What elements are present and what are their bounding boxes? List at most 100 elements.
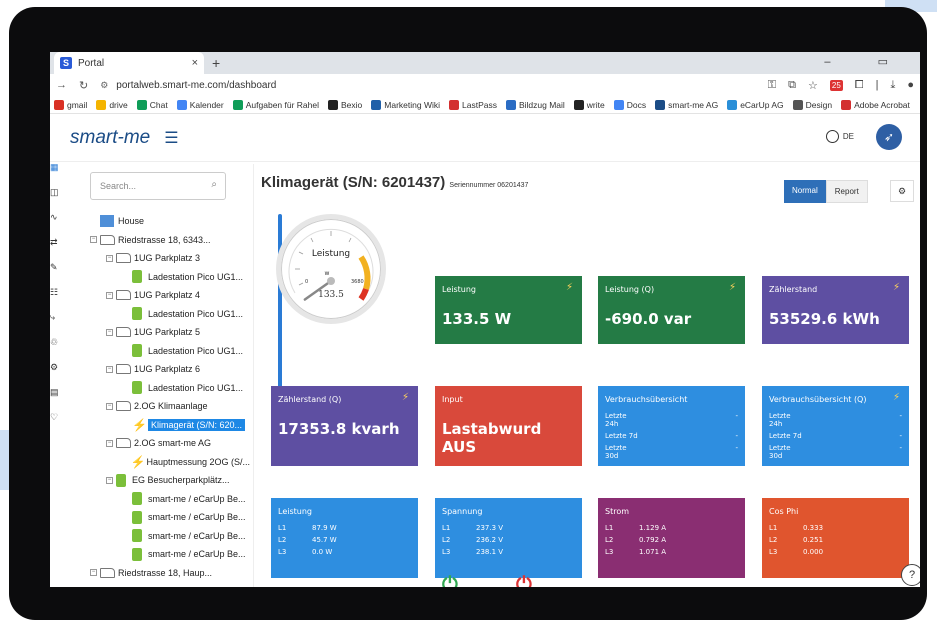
metric-card[interactable]: Zählerstand (Q) ⚡ 17353.8 kvarh (271, 386, 418, 466)
metric-card[interactable]: Input Lastabwurd AUS (435, 386, 582, 466)
metric-card[interactable]: Cos Phi L1 0.333 L2 0.251 L3 0.000 (762, 498, 909, 578)
search-input[interactable]: Search... ⌕ (90, 172, 226, 200)
tree-node[interactable]: smart-me / eCarUp Be... (82, 545, 250, 564)
bookmark-item[interactable]: LastPass (449, 99, 497, 110)
collapse-toggle-icon[interactable]: − (90, 236, 97, 244)
tree-node[interactable]: Ladestation Pico UG1... (82, 342, 250, 361)
collapse-toggle-icon[interactable]: − (106, 291, 113, 299)
bookmark-item[interactable]: eCarUp AG (727, 99, 784, 110)
help-button[interactable]: ? (901, 564, 920, 586)
tree-node[interactable]: ⚡ Hauptmessung 2OG (S/... (82, 453, 250, 472)
card-title: Strom (605, 507, 630, 516)
list-icon[interactable]: ☷ (50, 287, 64, 299)
collapse-toggle-icon[interactable]: − (106, 328, 113, 336)
gauge-value: 133.5 (318, 290, 344, 300)
metric-card[interactable]: Verbrauchsübersicht (Q) ⚡ Letzte 24h - Letzt… (762, 386, 909, 466)
profile-avatar[interactable]: ● (907, 79, 914, 91)
tree-node[interactable]: − Riedstrasse 18, Haup... (82, 564, 250, 583)
bookmark-item[interactable]: smart-me AG (655, 99, 718, 110)
lightning-icon: ⚡ (892, 282, 900, 293)
tree-node[interactable]: − Riedstrasse 18, 6343... (82, 231, 250, 250)
tree-node[interactable]: − EG Besucherparkplätz... (82, 471, 250, 490)
transfer-icon[interactable]: ⇄ (50, 237, 64, 249)
menu-icon[interactable]: ☰ (164, 128, 178, 148)
tree-node[interactable]: − 1UG Parkplatz 5 (82, 323, 250, 342)
heart-icon[interactable]: ♡ (50, 412, 64, 424)
row-label: L3 (769, 548, 778, 556)
site-info-icon[interactable]: ⚙ (100, 80, 108, 91)
url-field[interactable]: portalweb.smart-me.com/dashboard (116, 80, 276, 91)
language-switch[interactable]: DE (825, 130, 854, 143)
edit-icon[interactable]: ✎ (50, 262, 64, 274)
bookmark-item[interactable]: Adobe Acrobat (841, 99, 910, 110)
tree-node[interactable]: Ladestation Pico UG1... (82, 379, 250, 398)
bookmark-item[interactable]: Design (792, 99, 832, 110)
close-tab-icon[interactable]: × (192, 57, 198, 69)
bookmark-item[interactable]: gmail (54, 99, 87, 110)
bookmark-item[interactable]: Kalender (176, 99, 224, 110)
bookmark-item[interactable]: Bildzug Mail (505, 99, 565, 110)
document-icon[interactable]: ▤ (50, 387, 64, 399)
key-icon[interactable]: ⚿ (768, 79, 776, 92)
extensions-icon[interactable]: ⧠ (855, 79, 864, 92)
power-on-icon[interactable]: ⏻ (442, 574, 458, 587)
metric-card[interactable]: Verbrauchsübersicht Letzte 24h - Letzte 7d -… (598, 386, 745, 466)
tree-node[interactable]: smart-me / eCarUp Be... (82, 490, 250, 509)
bookmark-item[interactable]: Chat (136, 99, 168, 110)
tree-node[interactable]: Ladestation Pico UG1... (82, 305, 250, 324)
power-off-icon[interactable]: ⏻ (516, 574, 532, 587)
tree-node[interactable]: − 1UG Parkplatz 4 (82, 286, 250, 305)
charging-station-icon (132, 381, 142, 395)
new-tab-button[interactable]: + (212, 55, 220, 71)
bookmark-icon (613, 99, 624, 110)
collapse-toggle-icon[interactable]: − (90, 569, 97, 577)
tree-node[interactable]: smart-me / eCarUp Be... (82, 508, 250, 527)
browser-tab[interactable]: S Portal × (54, 52, 204, 74)
settings-icon[interactable]: ⚙ (50, 362, 64, 374)
metric-card[interactable]: Leistung (Q) ⚡ -690.0 var (598, 276, 745, 344)
tree-node[interactable]: − 2.OG smart-me AG (82, 434, 250, 453)
tree-node[interactable]: − 1UG Parkplatz 3 (82, 249, 250, 268)
metric-card[interactable]: Strom L1 1.129 A L2 0.792 A L3 1.071 A (598, 498, 745, 578)
collapse-toggle-icon[interactable]: − (106, 254, 113, 262)
metric-card[interactable]: Leistung ⚡ 133.5 W (435, 276, 582, 344)
extension-badge-icon[interactable]: 25 (829, 79, 843, 91)
row-value: 0.792 A (639, 536, 667, 544)
collapse-toggle-icon[interactable]: − (106, 365, 113, 373)
bookmark-item[interactable]: write (573, 99, 605, 110)
dashboard-icon[interactable]: ▦ (50, 162, 64, 174)
share-icon[interactable]: ⤷ (50, 312, 64, 324)
group-icon[interactable]: ♲ (50, 337, 64, 349)
collapse-toggle-icon[interactable]: − (106, 402, 113, 410)
translate-icon[interactable]: ⧉ (788, 79, 796, 92)
meter-icon[interactable]: ◫ (50, 187, 64, 199)
reload-icon[interactable]: ↻ (79, 79, 88, 92)
bookmark-item[interactable]: Marketing Wiki (371, 99, 440, 110)
tree-node[interactable]: smart-me / eCarUp Be... (82, 527, 250, 546)
metric-card[interactable]: Spannung L1 237.3 V L2 236.2 V L3 238.1 V (435, 498, 582, 578)
normal-view-button[interactable]: Normal (784, 180, 826, 203)
bookmark-star-icon[interactable]: ☆ (808, 79, 818, 92)
metric-card[interactable]: Leistung L1 87.9 W L2 45.7 W L3 0.0 W (271, 498, 418, 578)
tree-node[interactable]: House (82, 212, 250, 231)
tree-node[interactable]: − 1UG Parkplatz 6 (82, 360, 250, 379)
rocket-icon[interactable]: ➶ (876, 124, 902, 150)
tree-node[interactable]: ⚡ Klimagerät (S/N: 620... (82, 416, 250, 435)
bookmark-item[interactable]: Docs (613, 99, 646, 110)
settings-gears-icon[interactable]: ⚙ (890, 180, 914, 202)
tree-node[interactable]: − 2.OG Klimaanlage (82, 397, 250, 416)
download-icon[interactable]: ⤓ (890, 79, 895, 92)
metric-card[interactable]: Zählerstand ⚡ 53529.6 kWh (762, 276, 909, 344)
bookmark-item[interactable]: Aufgaben für Rahel (232, 99, 319, 110)
collapse-toggle-icon[interactable]: − (106, 476, 113, 484)
search-icon[interactable]: ⌕ (211, 179, 217, 190)
smart-me-logo[interactable]: smart-me (70, 127, 150, 149)
collapse-toggle-icon[interactable]: − (106, 439, 113, 447)
window-controls[interactable]: – ▭ (824, 55, 910, 68)
forward-icon[interactable]: → (56, 79, 67, 91)
bookmark-item[interactable]: Bexio (328, 99, 362, 110)
report-view-button[interactable]: Report (825, 180, 868, 203)
link-icon[interactable]: ∿ (50, 212, 64, 224)
bookmark-item[interactable]: drive (96, 99, 128, 110)
tree-node[interactable]: Ladestation Pico UG1... (82, 268, 250, 287)
